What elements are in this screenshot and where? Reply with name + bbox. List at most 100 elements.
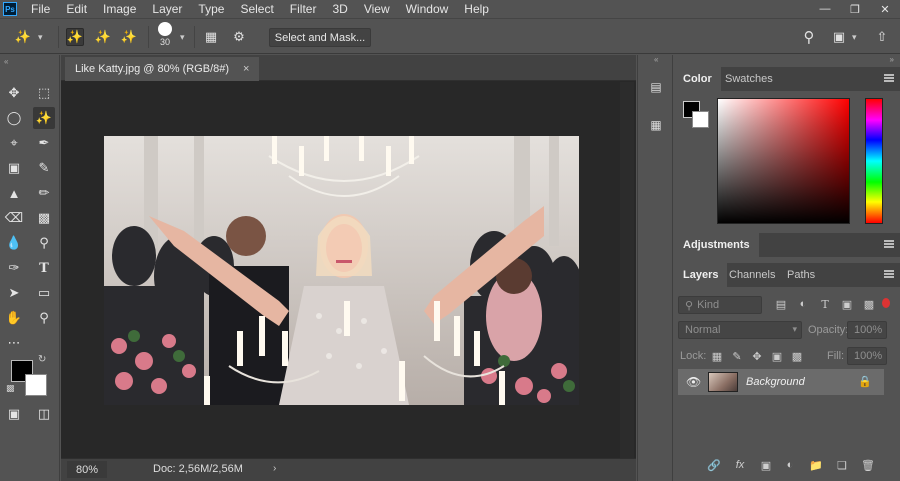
add-mask-icon[interactable]: ▣ [758,457,774,473]
new-group-icon[interactable]: 📁 [808,457,824,473]
new-layer-icon[interactable]: ❏ [834,457,850,473]
color-saturation-field[interactable] [717,98,850,224]
tab-adjustments[interactable]: Adjustments [674,233,759,257]
hue-slider[interactable] [865,98,883,224]
lock-position-icon[interactable]: ✥ [750,349,764,363]
zoom-level-field[interactable]: 80% [67,461,107,478]
restore-icon[interactable]: ❐ [840,0,870,18]
lock-image-icon[interactable]: ✎ [730,349,744,363]
opacity-field[interactable]: 100% [847,321,887,339]
lock-all-icon[interactable]: ▩ [790,349,804,363]
menu-file[interactable]: File [23,0,58,18]
panel-menu-icon[interactable] [884,270,894,278]
type-tool-icon[interactable]: T [33,257,55,279]
sample-all-layers-icon[interactable]: ▦ [202,28,220,46]
eye-icon[interactable]: 👁 [686,375,701,389]
properties-panel-icon[interactable]: ▦ [646,115,666,135]
menu-help[interactable]: Help [456,0,497,18]
marquee-tool-icon[interactable]: ⬚ [33,82,55,104]
zoom-tool-icon[interactable]: ⚲ [33,307,55,329]
menu-view[interactable]: View [356,0,398,18]
path-selection-tool-icon[interactable]: ➤ [3,282,25,304]
screen-mode-icon[interactable]: ◫ [33,403,55,425]
layer-kind-filter[interactable]: ⚲ Kind [678,296,762,314]
default-colors-icon[interactable]: ▩ [6,383,15,394]
tab-swatches[interactable]: Swatches [716,67,782,91]
tab-paths[interactable]: Paths [778,263,824,287]
menu-filter[interactable]: Filter [282,0,325,18]
lock-artboard-icon[interactable]: ▣ [770,349,784,363]
pen-tool-icon[interactable]: ✑ [3,257,25,279]
smart-object-filter-icon[interactable]: ▩ [862,297,876,311]
menu-layer[interactable]: Layer [144,0,190,18]
layer-style-icon[interactable]: fx [732,457,748,473]
blur-tool-icon[interactable]: 💧 [3,232,25,254]
filter-toggle-icon[interactable] [882,298,890,308]
add-to-selection-icon[interactable]: ✨ [94,28,112,46]
healing-brush-tool-icon[interactable]: ▣ [3,157,25,179]
clone-stamp-tool-icon[interactable]: ▲ [3,182,25,204]
tab-channels[interactable]: Channels [720,263,784,287]
eraser-tool-icon[interactable]: ⌫ [3,207,25,229]
lock-transparent-icon[interactable]: ▦ [710,349,724,363]
workspace-icon[interactable]: ▣ [830,28,848,46]
menu-edit[interactable]: Edit [58,0,95,18]
more-tools-icon[interactable]: ⋯ [3,332,25,354]
auto-enhance-icon[interactable]: ⚙ [230,28,248,46]
lasso-tool-icon[interactable]: ◯ [3,107,25,129]
delete-layer-icon[interactable]: 🗑 [860,457,876,473]
menu-type[interactable]: Type [190,0,232,18]
quick-mask-icon[interactable]: ▣ [3,403,25,425]
menu-select[interactable]: Select [232,0,281,18]
chevron-right-icon[interactable]: › [273,463,276,474]
eyedropper-tool-icon[interactable]: ✒ [33,132,55,154]
quick-selection-tool-icon[interactable]: ✨ [33,107,55,129]
chevron-down-icon[interactable]: ▾ [180,32,185,43]
rectangle-tool-icon[interactable]: ▭ [33,282,55,304]
menu-3d[interactable]: 3D [324,0,355,18]
panel-background-swatch[interactable] [692,111,709,128]
document-tab[interactable]: Like Katty.jpg @ 80% (RGB/8#) × [65,57,260,81]
layer-row[interactable]: 👁 Background 🔒 [678,369,884,395]
shape-filter-icon[interactable]: ▣ [840,297,854,311]
menu-image[interactable]: Image [95,0,144,18]
panel-menu-icon[interactable] [884,74,894,82]
fill-field[interactable]: 100% [847,347,887,365]
brush-tool-icon[interactable]: ✎ [33,157,55,179]
vertical-scrollbar[interactable] [620,82,634,458]
move-tool-icon[interactable]: ✥ [3,82,25,104]
document-image[interactable] [104,136,579,405]
dodge-tool-icon[interactable]: ⚲ [33,232,55,254]
type-filter-icon[interactable]: T [818,297,832,311]
close-icon[interactable]: × [243,63,249,75]
close-icon[interactable]: ✕ [870,0,900,18]
collapse-icon[interactable]: « [654,55,658,64]
brush-preview-icon[interactable] [158,22,172,36]
history-brush-tool-icon[interactable]: ✏ [33,182,55,204]
expand-icon[interactable]: » [890,55,894,64]
share-icon[interactable]: ⇧ [873,28,891,46]
chevron-down-icon[interactable]: ▾ [852,32,857,43]
gradient-tool-icon[interactable]: ▩ [33,207,55,229]
search-icon[interactable]: ⚲ [800,28,818,46]
subtract-from-selection-icon[interactable]: ✨ [120,28,138,46]
quick-selection-tool-preset-icon[interactable]: ✨ [14,28,32,46]
swap-colors-icon[interactable]: ↻ [38,354,46,365]
layer-name[interactable]: Background [746,376,805,388]
lock-icon[interactable]: 🔒 [858,375,872,388]
select-and-mask-button[interactable]: Select and Mask... [269,28,371,47]
new-adjustment-layer-icon[interactable]: ◐ [782,457,798,473]
link-layers-icon[interactable]: 🔗 [706,457,722,473]
new-selection-icon[interactable]: ✨ [66,28,84,46]
collapse-icon[interactable]: « [4,57,8,66]
adjustment-filter-icon[interactable]: ◐ [796,297,810,311]
blend-mode-select[interactable]: Normal ▾ [678,321,802,339]
hand-tool-icon[interactable]: ✋ [3,307,25,329]
chevron-down-icon[interactable]: ▾ [38,32,43,43]
history-panel-icon[interactable]: ▤ [646,77,666,97]
minimize-icon[interactable]: — [810,0,840,18]
panel-menu-icon[interactable] [884,240,894,248]
pixel-filter-icon[interactable]: ▤ [774,297,788,311]
menu-window[interactable]: Window [398,0,457,18]
crop-tool-icon[interactable]: ⌖ [3,132,25,154]
